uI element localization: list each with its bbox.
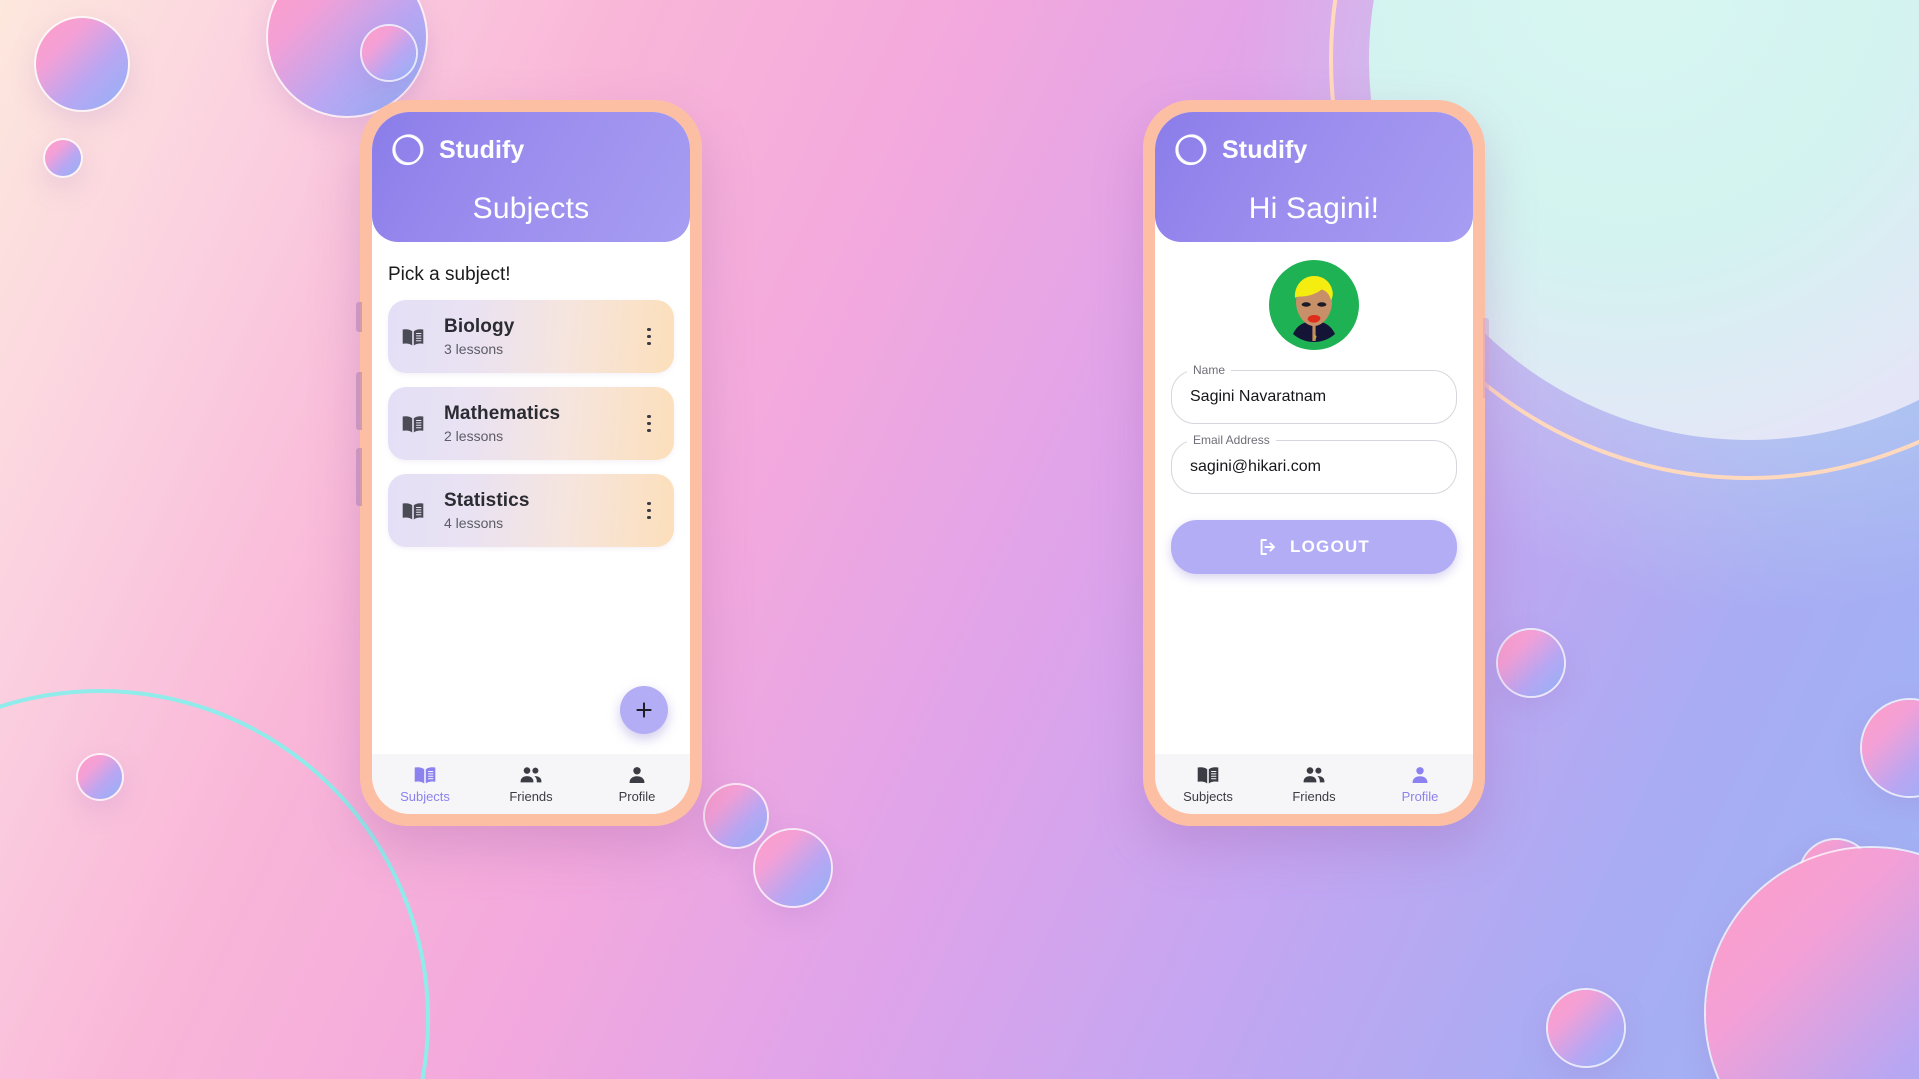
kebab-menu-icon[interactable] xyxy=(640,327,662,346)
name-field-label: Name xyxy=(1187,363,1232,377)
device-side-button[interactable] xyxy=(356,302,362,332)
name-field[interactable]: Name Sagini Navaratnam xyxy=(1171,363,1457,424)
nav-item-subjects[interactable]: Subjects xyxy=(372,764,478,804)
circle-ring-logo-icon xyxy=(1171,130,1211,170)
person-icon xyxy=(627,764,647,786)
bubble-sphere xyxy=(1548,990,1624,1066)
nav-item-subjects[interactable]: Subjects xyxy=(1155,764,1261,804)
subject-lesson-count: 4 lessons xyxy=(444,514,504,531)
phone-device-subjects: Studify Subjects Pick a subject! Biology… xyxy=(356,100,702,826)
nav-label-friends: Friends xyxy=(509,789,553,804)
logout-button[interactable]: LOGOUT xyxy=(1171,520,1457,574)
bottom-navigation-bar: Subjects Friends Profile xyxy=(372,754,690,814)
page-title: Subjects xyxy=(472,192,590,225)
logout-icon xyxy=(1258,537,1278,557)
subject-name: Biology xyxy=(444,316,515,338)
device-volume-up-button[interactable] xyxy=(356,372,362,430)
book-icon xyxy=(402,502,432,520)
bubble-sphere xyxy=(36,18,128,110)
book-icon xyxy=(1197,764,1219,786)
subject-lesson-count: 2 lessons xyxy=(444,427,504,444)
bubble-sphere xyxy=(78,755,122,799)
people-icon xyxy=(519,764,543,786)
nav-label-profile: Profile xyxy=(618,789,656,804)
subject-name: Mathematics xyxy=(444,403,561,425)
subject-info: Statistics 4 lessons xyxy=(432,490,640,530)
people-icon xyxy=(1302,764,1326,786)
add-subject-button[interactable] xyxy=(620,686,668,734)
nav-item-profile[interactable]: Profile xyxy=(1367,764,1473,804)
logout-button-label: LOGOUT xyxy=(1290,537,1370,556)
device-volume-down-button[interactable] xyxy=(356,448,362,506)
pick-subject-label: Pick a subject! xyxy=(388,264,511,285)
bubble-sphere xyxy=(1862,700,1919,796)
list-item[interactable]: Mathematics 2 lessons xyxy=(388,387,674,460)
subject-info: Biology 3 lessons xyxy=(432,316,640,356)
brand-name: Studify xyxy=(1222,135,1308,164)
person-icon xyxy=(1410,764,1430,786)
bubble-sphere xyxy=(705,785,767,847)
book-icon xyxy=(402,328,432,346)
book-icon xyxy=(414,764,436,786)
subject-info: Mathematics 2 lessons xyxy=(432,403,640,443)
screen-subjects: Studify Subjects Pick a subject! Biology… xyxy=(372,112,690,814)
device-side-button[interactable] xyxy=(1483,318,1489,398)
kebab-menu-icon[interactable] xyxy=(640,414,662,433)
subject-list: Biology 3 lessons Mathematics 2 lessons … xyxy=(372,286,690,547)
page-title: Hi Sagini! xyxy=(1248,192,1380,225)
app-header-profile: Studify Hi Sagini! xyxy=(1155,112,1473,242)
email-field-label: Email Address xyxy=(1187,433,1276,447)
book-icon xyxy=(402,415,432,433)
subjects-body: Pick a subject! Biology 3 lessons Mathem… xyxy=(372,242,690,754)
bubble-sphere xyxy=(1706,848,1919,1079)
nav-item-friends[interactable]: Friends xyxy=(1261,764,1367,804)
phone-device-profile: Studify Hi Sagini! Name Sagini Navaratna… xyxy=(1143,100,1489,826)
plus-icon xyxy=(634,700,654,720)
bubble-sphere xyxy=(45,140,81,176)
nav-item-friends[interactable]: Friends xyxy=(478,764,584,804)
brand-row: Studify xyxy=(1155,126,1473,170)
bottom-navigation-bar: Subjects Friends Profile xyxy=(1155,754,1473,814)
nav-label-friends: Friends xyxy=(1292,789,1336,804)
nav-label-profile: Profile xyxy=(1401,789,1439,804)
bubble-sphere xyxy=(1498,630,1564,696)
avatar[interactable] xyxy=(1267,258,1361,352)
nav-item-profile[interactable]: Profile xyxy=(584,764,690,804)
avatar-wrapper xyxy=(1155,242,1473,352)
background-decoration xyxy=(0,0,1919,1079)
list-item[interactable]: Biology 3 lessons xyxy=(388,300,674,373)
nav-label-subjects: Subjects xyxy=(400,789,450,804)
bubble-sphere xyxy=(362,26,416,80)
profile-form: Name Sagini Navaratnam Email Address sag… xyxy=(1155,352,1473,494)
brand-row: Studify xyxy=(372,126,690,170)
subject-name: Statistics xyxy=(444,490,530,512)
brand-name: Studify xyxy=(439,135,525,164)
kebab-menu-icon[interactable] xyxy=(640,501,662,520)
list-item[interactable]: Statistics 4 lessons xyxy=(388,474,674,547)
subject-lesson-count: 3 lessons xyxy=(444,340,504,357)
circle-ring-logo-icon xyxy=(388,130,428,170)
bubble-sphere xyxy=(755,830,831,906)
profile-body: Name Sagini Navaratnam Email Address sag… xyxy=(1155,242,1473,754)
nav-label-subjects: Subjects xyxy=(1183,789,1233,804)
email-field[interactable]: Email Address sagini@hikari.com xyxy=(1171,433,1457,494)
app-header-subjects: Studify Subjects xyxy=(372,112,690,242)
email-field-value: sagini@hikari.com xyxy=(1190,458,1321,475)
screen-profile: Studify Hi Sagini! Name Sagini Navaratna… xyxy=(1155,112,1473,814)
name-field-value: Sagini Navaratnam xyxy=(1190,388,1327,405)
